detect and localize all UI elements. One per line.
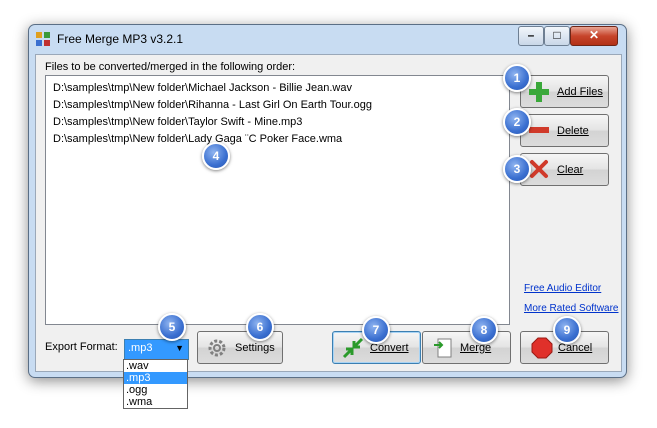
red-x-icon	[530, 160, 548, 178]
close-icon: ✕	[588, 28, 600, 42]
close-button[interactable]: ✕	[570, 26, 618, 46]
title-bar[interactable]: Free Merge MP3 v3.2.1 – □ ✕	[29, 25, 626, 53]
gear-icon	[208, 339, 226, 357]
free-audio-editor-link[interactable]: Free Audio Editor	[524, 283, 601, 294]
clear-button[interactable]: Clear	[520, 153, 609, 186]
callout-badge: 7	[362, 316, 390, 344]
callout-badge: 8	[470, 316, 498, 344]
delete-button[interactable]: Delete	[520, 114, 609, 147]
maximize-icon: □	[553, 28, 561, 42]
stop-icon	[531, 337, 553, 359]
merge-document-icon	[434, 338, 452, 358]
maximize-button[interactable]: □	[544, 26, 570, 46]
add-files-label: Add Files	[557, 85, 603, 98]
dropdown-option[interactable]: .wav	[124, 360, 187, 372]
chevron-down-icon: ▼	[175, 343, 184, 353]
minimize-button[interactable]: –	[518, 26, 544, 46]
file-list-label: Files to be converted/merged in the foll…	[45, 61, 296, 73]
add-files-button[interactable]: Add Files	[520, 75, 609, 108]
window-title: Free Merge MP3 v3.2.1	[57, 32, 184, 46]
callout-badge: 6	[246, 313, 274, 341]
export-format-value: .mp3	[128, 342, 153, 354]
list-item[interactable]: D:\samples\tmp\New folder\Michael Jackso…	[53, 81, 352, 96]
dropdown-option[interactable]: .ogg	[124, 384, 187, 396]
list-item[interactable]: D:\samples\tmp\New folder\Taylor Swift -…	[53, 115, 302, 130]
app-icon	[36, 32, 50, 46]
minimize-icon: –	[527, 28, 535, 42]
export-format-label: Export Format:	[45, 341, 118, 353]
dropdown-option[interactable]: .wma	[124, 396, 187, 408]
more-rated-software-link[interactable]: More Rated Software	[524, 303, 619, 314]
clear-label: Clear	[557, 163, 584, 176]
callout-badge: 2	[503, 108, 531, 136]
minus-icon	[529, 127, 549, 133]
callout-badge: 9	[553, 316, 581, 344]
merge-button[interactable]: Merge	[422, 331, 511, 364]
callout-badge: 5	[158, 313, 186, 341]
delete-label: Delete	[557, 124, 589, 137]
export-format-dropdown[interactable]: .wav .mp3 .ogg .wma	[123, 359, 188, 409]
app-window: Free Merge MP3 v3.2.1 – □ ✕ Files to be …	[28, 24, 627, 378]
export-format-select[interactable]: .mp3 ▼	[124, 339, 189, 360]
list-item[interactable]: D:\samples\tmp\New folder\Lady Gaga ¨C P…	[53, 132, 342, 147]
plus-icon	[529, 82, 549, 102]
callout-badge: 4	[202, 142, 230, 170]
callout-badge: 3	[503, 155, 531, 183]
callout-badge: 1	[503, 64, 531, 92]
file-list[interactable]: D:\samples\tmp\New folder\Michael Jackso…	[45, 75, 510, 325]
client-area: Files to be converted/merged in the foll…	[35, 54, 622, 372]
list-item[interactable]: D:\samples\tmp\New folder\Rihanna - Last…	[53, 98, 372, 113]
convert-arrows-icon	[342, 337, 364, 359]
dropdown-option[interactable]: .mp3	[124, 372, 187, 384]
